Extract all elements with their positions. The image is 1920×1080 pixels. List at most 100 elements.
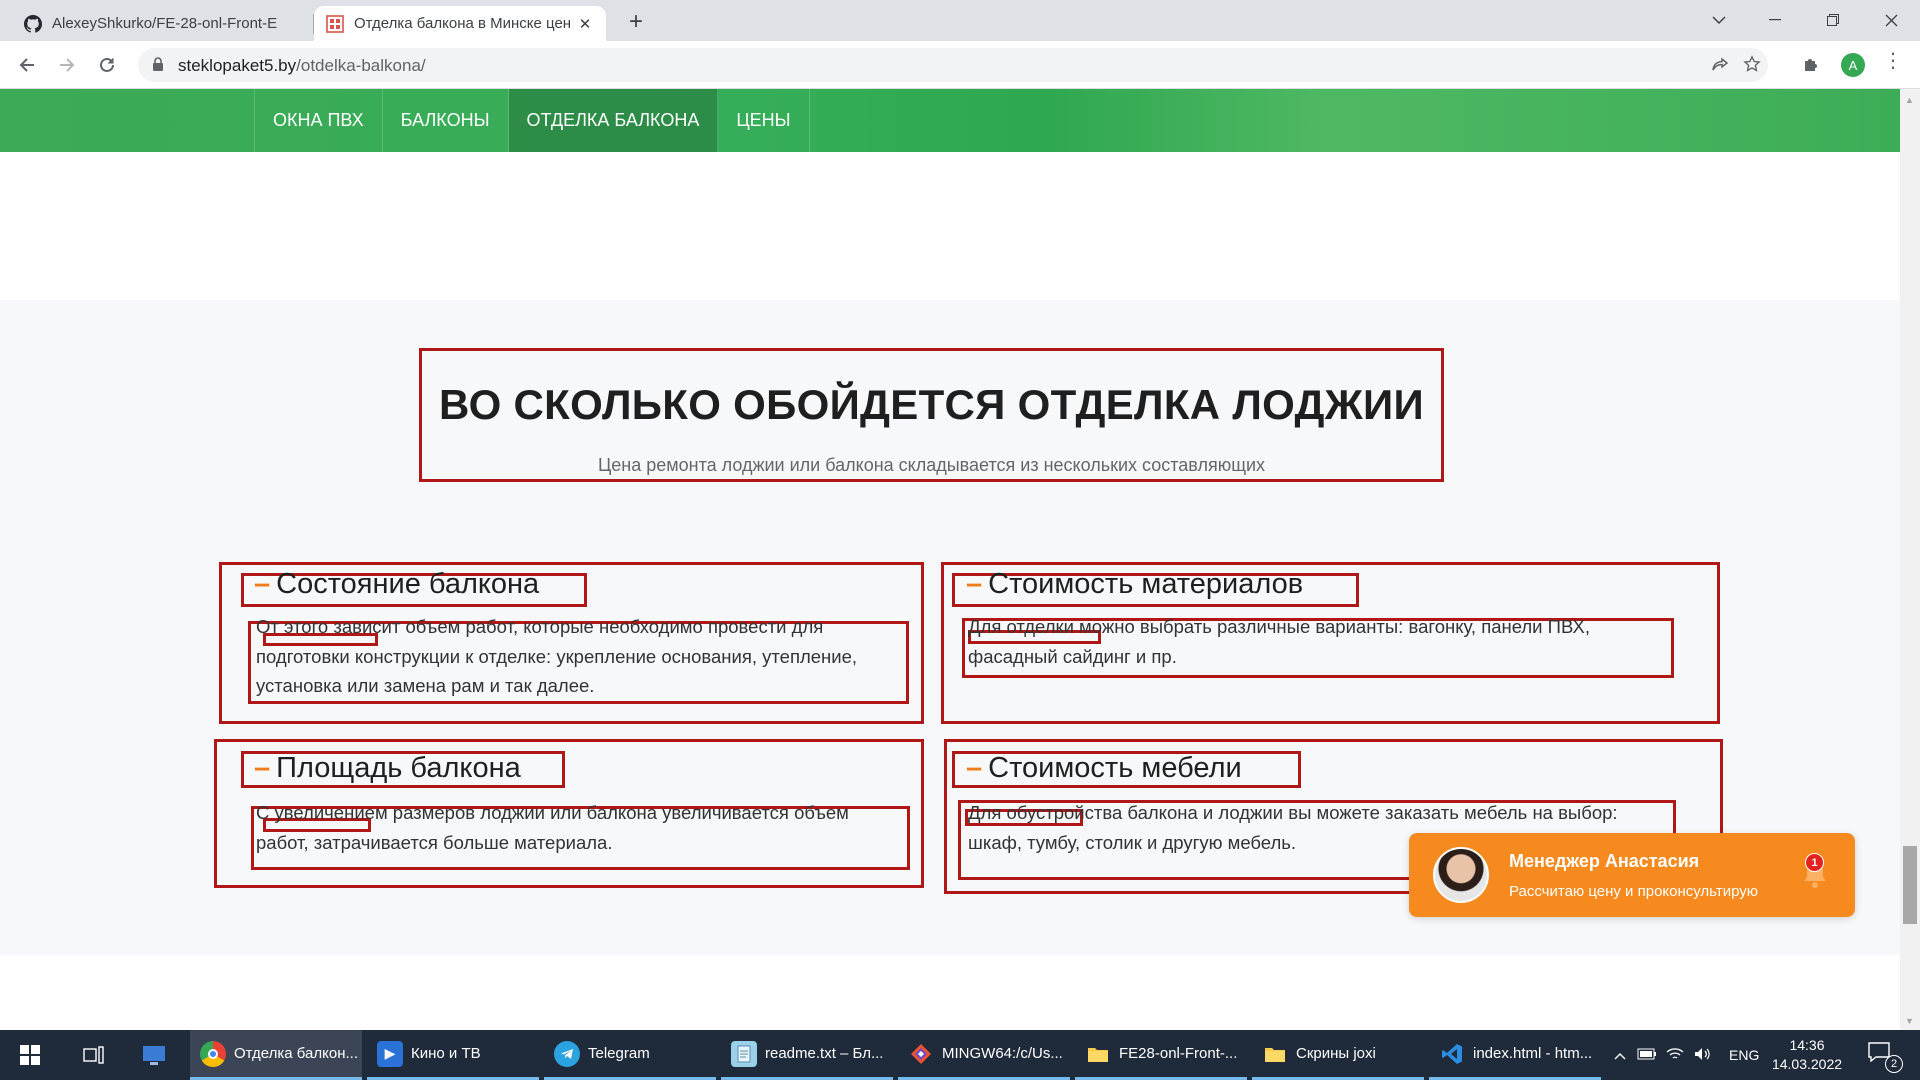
github-icon [24,14,42,33]
card-text: С увеличением размеров лоджии или балкон… [256,802,849,853]
taskbar-item-label: Скрины joxi [1296,1045,1376,1062]
address-bar[interactable]: steklopaket5.by/otdelka-balkona/ [138,48,1768,82]
share-icon[interactable] [1711,57,1729,78]
telegram-icon [554,1040,580,1067]
profile-avatar[interactable]: A [1841,53,1865,77]
scroll-down-arrow-icon[interactable]: ▼ [1905,1016,1914,1026]
minimize-button[interactable] [1752,0,1798,40]
folder-icon [1085,1041,1111,1067]
vscode-icon [1439,1041,1465,1067]
card-title-text: Стоимость материалов [988,568,1304,600]
card-title: – Стоимость материалов [966,568,1303,601]
site-favicon-icon [326,14,344,33]
card-text: От этого зависит объем работ, которые не… [256,616,858,696]
notification-count-badge: 2 [1885,1055,1903,1073]
taskbar-item-folder[interactable]: Скрины joxi [1252,1030,1424,1080]
task-view-icon[interactable] [74,1030,114,1080]
notification-count-badge: 1 [1805,853,1824,872]
site-navigation: ОКНА ПВХ БАЛКОНЫ ОТДЕЛКА БАЛКОНА ЦЕНЫ [0,89,1900,152]
taskbar-item-telegram[interactable]: Telegram [544,1030,716,1080]
dash-marker: – [966,568,983,600]
section-title: ВО СКОЛЬКО ОБОЙДЕТСЯ ОТДЕЛКА ЛОДЖИИ [439,381,1424,428]
taskbar-item-label: Кино и ТВ [411,1045,481,1062]
windows-taskbar: Отделка балкон... ▶ Кино и ТВ Telegram r… [0,1030,1920,1080]
card-title-text: Состояние балкона [276,568,540,600]
manager-chat-widget[interactable]: Менеджер Анастасия Рассчитаю цену и прок… [1409,833,1855,917]
windows-logo-icon [20,1045,40,1065]
back-button[interactable] [11,49,43,81]
url-path: /otdelka-balkona/ [296,56,426,75]
new-tab-button[interactable]: + [622,8,650,36]
lock-icon [153,57,163,71]
taskbar-item-folder[interactable]: FE28-onl-Front-... [1075,1030,1247,1080]
start-button[interactable] [0,1030,60,1080]
taskbar-item-movies[interactable]: ▶ Кино и ТВ [367,1030,539,1080]
card-title: – Площадь балкона [254,752,521,785]
bookmark-star-icon[interactable] [1743,55,1761,78]
tab-active-page[interactable]: Отделка балкона в Минске цен ✕ [314,6,606,41]
reload-button[interactable] [91,49,123,81]
browser-menu-icon[interactable]: ⋮ [1883,51,1903,71]
taskbar-item-vscode[interactable]: index.html - htm... [1429,1030,1601,1080]
taskbar-item-label: Отделка балкон... [234,1045,358,1062]
dash-marker: – [966,752,983,784]
taskbar-item-git-bash[interactable]: MINGW64:/c/Us... [898,1030,1070,1080]
extensions-icon[interactable] [1802,55,1822,80]
arrow-right-icon [60,58,75,72]
close-tab-icon[interactable]: ✕ [576,15,594,33]
git-bash-icon [908,1041,934,1067]
card-title: – Стоимость мебели [966,752,1242,785]
page-scrollbar[interactable]: ▲ ▼ [1900,89,1920,1030]
taskbar-item-label: index.html - htm... [1473,1045,1593,1062]
language-indicator[interactable]: ENG [1729,1047,1759,1063]
taskbar-item-label: Telegram [588,1045,650,1062]
tab-title: Отделка балкона в Минске цен [354,15,572,32]
desktop-app-icon[interactable] [134,1030,174,1080]
battery-icon[interactable] [1633,1047,1661,1063]
card-title-text: Стоимость мебели [988,752,1242,784]
wifi-icon[interactable] [1661,1047,1689,1064]
dash-marker: – [254,752,271,784]
system-clock[interactable]: 14:36 14.03.2022 [1762,1036,1852,1074]
dash-marker: – [254,568,271,600]
manager-avatar [1433,847,1489,903]
site-menu: ОКНА ПВХ БАЛКОНЫ ОТДЕЛКА БАЛКОНА ЦЕНЫ [254,89,810,152]
scrollbar-thumb[interactable] [1903,846,1917,924]
close-window-button[interactable] [1868,0,1914,40]
clock-time: 14:36 [1789,1037,1825,1053]
volume-icon[interactable] [1689,1047,1717,1064]
scroll-up-arrow-icon[interactable]: ▲ [1905,95,1914,105]
taskbar-item-label: readme.txt – Бл... [765,1045,884,1062]
url-host: steklopaket5.by [178,56,297,75]
notepad-icon [731,1040,757,1067]
tab-github[interactable]: AlexeyShkurko/FE-28-onl-Front-E [12,6,314,41]
nav-item-balconies[interactable]: БАЛКОНЫ [383,89,509,152]
nav-item-balcony-finishing[interactable]: ОТДЕЛКА БАЛКОНА [508,89,719,152]
nav-item-prices[interactable]: ЦЕНЫ [718,89,810,152]
section-subtitle: Цена ремонта лоджии или балкона складыва… [597,455,1266,475]
browser-tab-strip: AlexeyShkurko/FE-28-onl-Front-E Отделка … [0,0,1920,41]
tab-title: AlexeyShkurko/FE-28-onl-Front-E [52,15,278,32]
taskbar-item-chrome[interactable]: Отделка балкон... [190,1030,362,1080]
reload-icon [100,57,114,72]
tab-search-icon[interactable] [1696,0,1742,40]
url-text: steklopaket5.by/otdelka-balkona/ [178,56,426,76]
chrome-icon [200,1040,226,1067]
browser-toolbar: steklopaket5.by/otdelka-balkona/ A ⋮ [0,41,1920,89]
movies-tv-icon: ▶ [377,1040,403,1067]
system-tray: ENG [1607,1030,1759,1080]
manager-name: Менеджер Анастасия [1509,851,1700,871]
taskbar-item-label: FE28-onl-Front-... [1119,1045,1238,1062]
taskbar-item-notepad[interactable]: readme.txt – Бл... [721,1030,893,1080]
restore-button[interactable] [1810,0,1856,40]
chevron-up-icon[interactable] [1607,1047,1633,1063]
forward-button[interactable] [51,49,83,81]
arrow-left-icon [19,58,34,72]
card-title-text: Площадь балкона [276,752,521,784]
manager-description: Рассчитаю цену и проконсультирую [1509,883,1759,900]
card-title: – Состояние балкона [254,568,539,601]
nav-item-windows[interactable]: ОКНА ПВХ [255,89,383,152]
clock-date: 14.03.2022 [1771,1056,1843,1072]
card-text: Для отделки можно выбрать различные вари… [968,616,1590,667]
taskbar-item-label: MINGW64:/c/Us... [942,1045,1063,1062]
